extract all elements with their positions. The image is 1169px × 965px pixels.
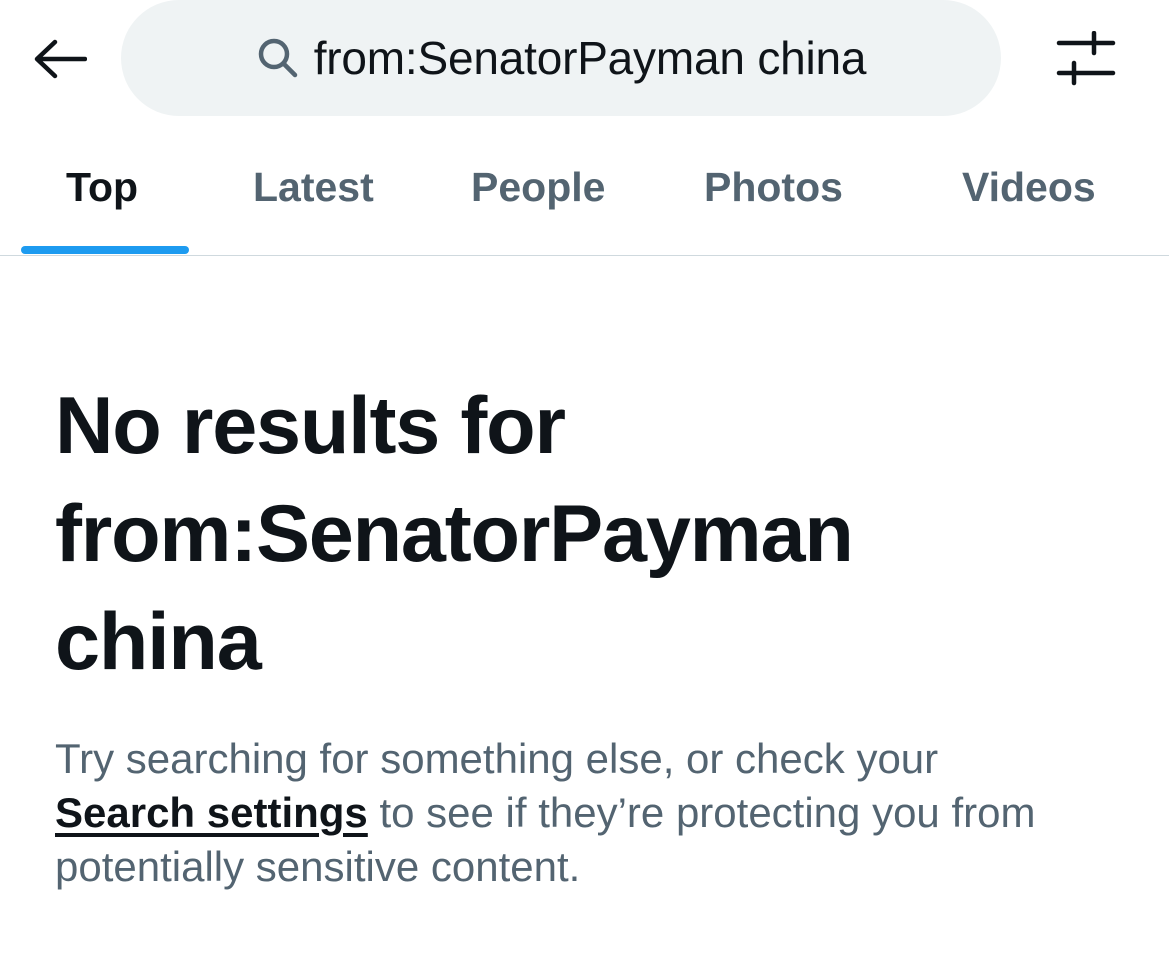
search-filters-icon <box>1056 31 1116 86</box>
tab-label: Videos <box>962 164 1096 210</box>
tab-label: People <box>471 164 606 210</box>
back-button[interactable] <box>26 28 94 90</box>
empty-state: No results for from:SenatorPayman china … <box>55 372 1135 894</box>
tab-people[interactable]: People <box>450 140 640 254</box>
search-tabs: Top Latest People Photos Videos <box>0 140 1169 256</box>
empty-state-description: Try searching for something else, or che… <box>55 732 1135 894</box>
tab-videos[interactable]: Videos <box>940 140 1140 254</box>
empty-state-title: No results for from:SenatorPayman china <box>55 372 1135 696</box>
tab-label: Photos <box>704 164 843 210</box>
tab-label: Latest <box>253 164 374 210</box>
search-query-text: from:SenatorPayman china <box>313 32 867 84</box>
empty-title-query-line1: from:SenatorPayman <box>55 489 854 579</box>
active-tab-indicator <box>21 246 189 254</box>
search-header: from:SenatorPayman china <box>0 0 1169 120</box>
tab-top[interactable]: Top <box>21 140 189 254</box>
empty-title-query-line2: china <box>55 597 262 687</box>
tab-photos[interactable]: Photos <box>680 140 880 254</box>
description-before: Try searching for something else, or che… <box>55 735 939 782</box>
search-input-content: from:SenatorPayman china <box>256 31 867 85</box>
search-input[interactable]: from:SenatorPayman china <box>121 0 1001 116</box>
empty-title-prefix: No results for <box>55 381 566 471</box>
search-settings-link[interactable]: Search settings <box>55 789 368 836</box>
back-arrow-icon <box>34 39 87 79</box>
search-filters-button[interactable] <box>1050 26 1122 92</box>
tab-label: Top <box>66 164 139 210</box>
search-icon <box>256 36 300 80</box>
tab-latest[interactable]: Latest <box>230 140 410 254</box>
